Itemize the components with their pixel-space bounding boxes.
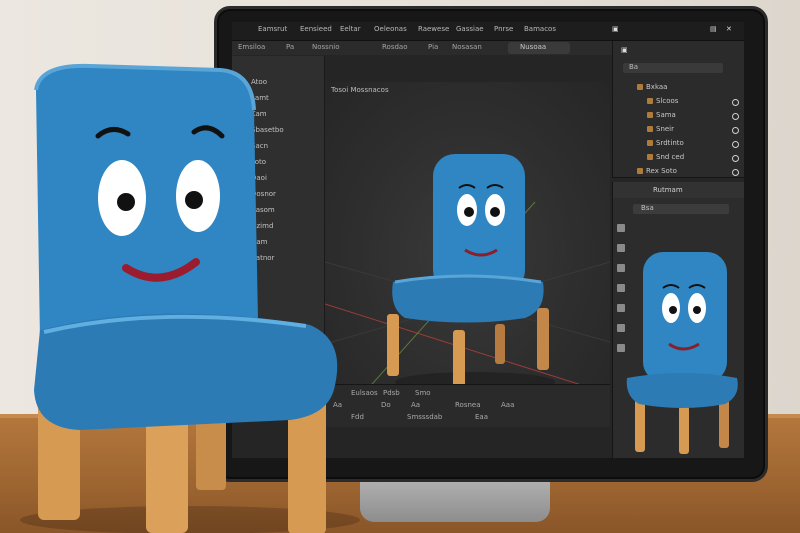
chair-seat: [34, 313, 338, 430]
chair-leg: [146, 420, 188, 533]
scene: Eamsrut Eensieed Eeltar Oeleonas Raewese…: [0, 0, 800, 533]
chair-back: [36, 65, 258, 340]
foreground-chair: [20, 63, 360, 533]
